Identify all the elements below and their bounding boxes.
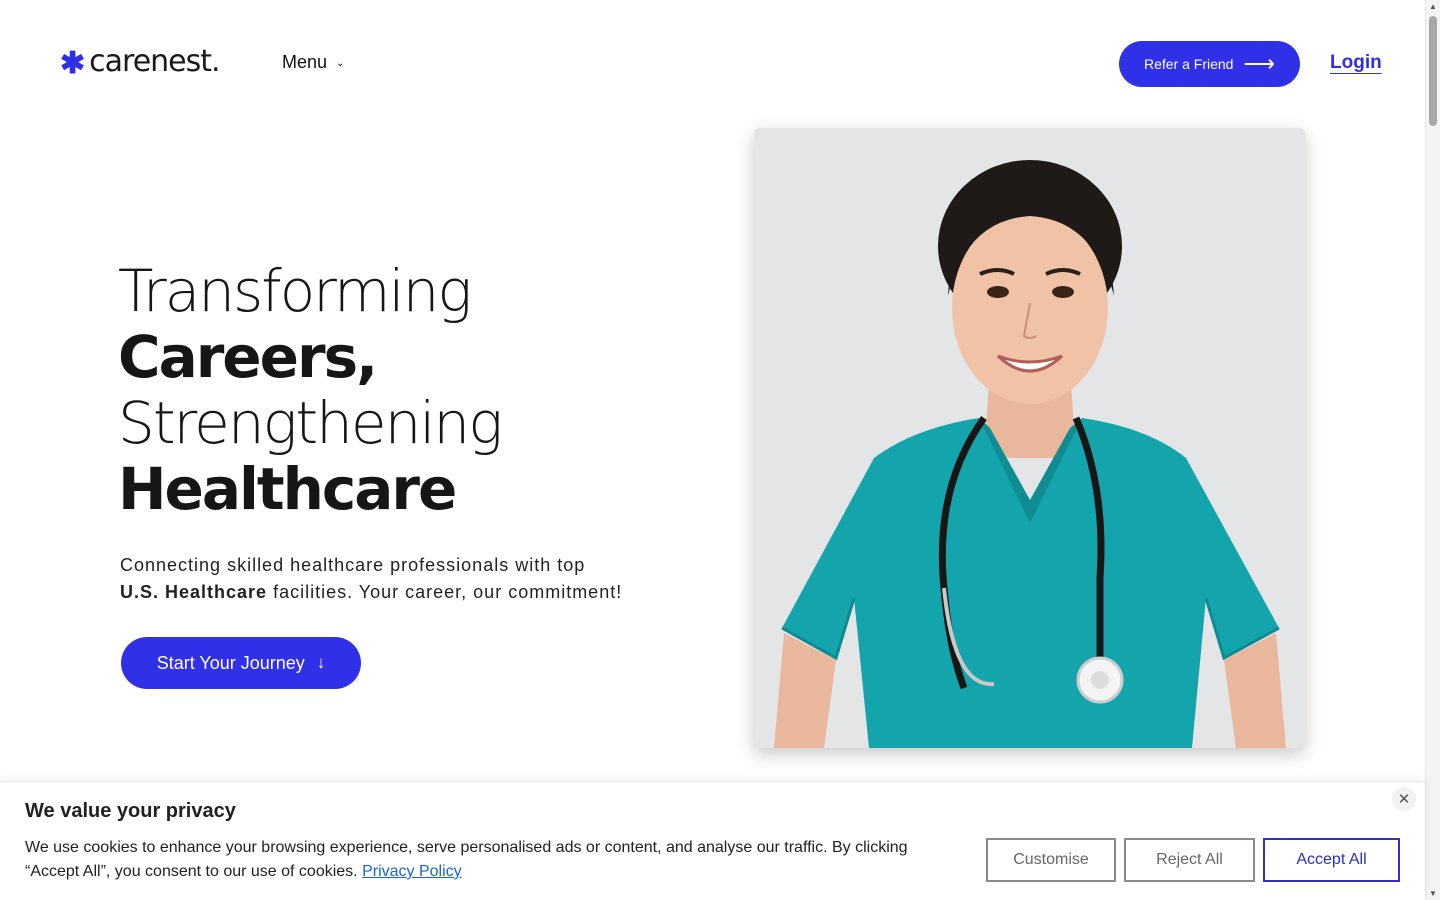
- refer-a-friend-button[interactable]: Refer a Friend ⟶: [1119, 41, 1300, 87]
- cookie-text: We use cookies to enhance your browsing …: [25, 836, 955, 884]
- customise-button[interactable]: Customise: [986, 838, 1116, 882]
- headline-line-2: Careers,: [118, 323, 378, 391]
- nurse-illustration: [754, 128, 1305, 748]
- menu-label: Menu: [282, 52, 328, 72]
- site-header: ✱ carenest. Menu ⌄ Refer a Friend ⟶ Logi…: [0, 0, 1425, 128]
- scroll-up-icon[interactable]: ▲: [1429, 2, 1437, 11]
- scroll-thumb[interactable]: [1429, 16, 1437, 126]
- arrow-right-icon: ⟶: [1243, 51, 1276, 76]
- headline-line-3: Strengthening: [118, 389, 503, 457]
- refer-label: Refer a Friend: [1143, 56, 1234, 72]
- hero-headline: Transforming Careers, Strengthening Heal…: [118, 258, 678, 522]
- close-icon[interactable]: ✕: [1392, 787, 1416, 811]
- page-scrollbar[interactable]: ▲ ▼: [1425, 0, 1440, 900]
- cookie-banner: We value your privacy We use cookies to …: [0, 781, 1425, 900]
- subtitle-part-1: Connecting skilled healthcare profession…: [120, 555, 586, 575]
- logo[interactable]: ✱ carenest.: [60, 44, 221, 80]
- subtitle-part-2: facilities. Your career, our commitment!: [273, 582, 623, 602]
- arrow-down-icon: ↓: [316, 653, 326, 672]
- scroll-down-icon[interactable]: ▼: [1429, 889, 1437, 898]
- asterisk-logo-icon: ✱: [60, 46, 86, 80]
- headline-line-1: Transforming: [118, 257, 472, 325]
- reject-all-button[interactable]: Reject All: [1124, 838, 1255, 882]
- chevron-down-icon: ⌄: [336, 58, 345, 69]
- start-journey-button[interactable]: Start Your Journey ↓: [121, 637, 361, 689]
- cookie-title: We value your privacy: [25, 800, 236, 822]
- hero-photo-nurse: [754, 128, 1305, 748]
- login-link[interactable]: Login: [1330, 52, 1382, 74]
- headline-line-4: Healthcare: [118, 455, 457, 523]
- cta-label: Start Your Journey: [156, 652, 305, 673]
- menu-button[interactable]: Menu ⌄: [282, 52, 344, 73]
- cookie-description: We use cookies to enhance your browsing …: [25, 839, 908, 880]
- logo-text: carenest.: [89, 44, 220, 79]
- privacy-policy-link[interactable]: Privacy Policy: [362, 863, 462, 880]
- accept-all-button[interactable]: Accept All: [1263, 838, 1400, 882]
- hero-subtitle: Connecting skilled healthcare profession…: [120, 552, 680, 606]
- subtitle-bold: U.S. Healthcare: [120, 582, 268, 602]
